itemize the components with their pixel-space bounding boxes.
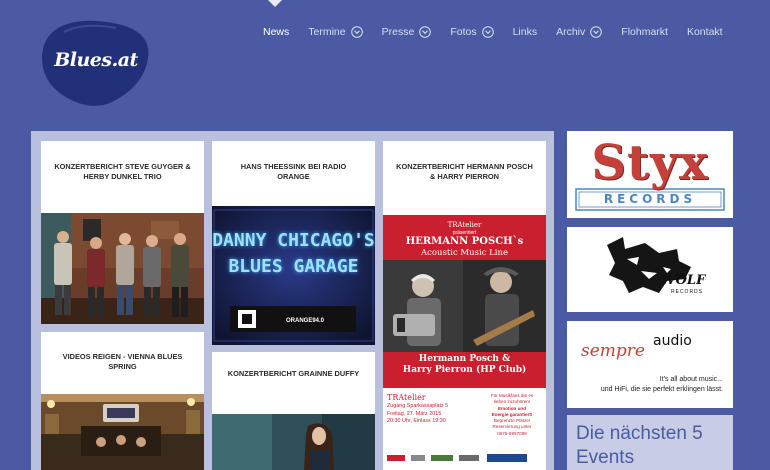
poster-line: DANNY CHICAGO'S — [212, 230, 375, 251]
wolf-logo-text: WOLF — [661, 273, 706, 288]
logo-text: Blues.at — [54, 49, 138, 71]
nav-item-archiv[interactable]: Archiv — [556, 26, 603, 38]
nav-item-news[interactable]: News — [263, 26, 289, 38]
news-card[interactable]: KONZERTBERICHT GRAINNE DUFFY — [212, 352, 375, 470]
flyer-names: Hermann Posch & Harry Pierron (HP Club) — [383, 354, 546, 376]
flyer-headline-2: Acoustic Music Line — [420, 248, 509, 258]
wolf-records-label: RECORDS — [671, 289, 704, 295]
poster-footer: ORANGE94.0 — [286, 318, 325, 324]
flyer-right: Für Musikfans die es lieben zuzuhören! E… — [481, 393, 543, 437]
flyer-name: Harry Pierron (HP Club) — [402, 365, 527, 375]
flyer-venue-name: TRAtelier — [387, 393, 426, 402]
upcoming-events-title: Die nächsten 5 Events — [576, 423, 703, 468]
sempre-tagline-line: It's all about music... — [659, 376, 723, 383]
nav-label: Links — [512, 26, 538, 38]
nav-item-kontakt[interactable]: Kontakt — [687, 26, 723, 38]
card-title[interactable]: KONZERTBERICHT STEVE GUYGER & HERBY DUNK… — [41, 162, 204, 182]
flyer-right-line: 0676-9997099 — [497, 430, 527, 436]
card-title[interactable]: HANS THEESSINK BEI RADIO ORANGE — [212, 162, 375, 182]
flyer-venue-line: Zugang Sparkassaplatz 5 — [387, 403, 449, 409]
nav-label: Flohmarkt — [621, 26, 668, 38]
wolf-head-icon — [607, 237, 691, 293]
nav-label: Archiv — [556, 26, 586, 38]
chevron-down-icon[interactable] — [350, 26, 363, 38]
nav-label: Kontakt — [686, 26, 723, 38]
nav-label: Termine — [308, 26, 346, 38]
news-card[interactable]: KONZERTBERICHT STEVE GUYGER & HERBY DUNK… — [41, 141, 204, 324]
nav-label: News — [263, 26, 290, 38]
ad-styx-records[interactable]: Styx RECORDS — [567, 131, 733, 218]
sponsor-logos-strip — [387, 454, 527, 462]
band-photo[interactable] — [41, 213, 204, 324]
flyer-name: Hermann Posch & — [418, 354, 511, 364]
flyer-venue-line: Freitag, 27. März 2015 — [387, 410, 442, 417]
flyer-venue: TRAtelier Zugang Sparkassaplatz 5 Freita… — [387, 393, 477, 426]
concert-flyer[interactable]: TRAtelier präsentiert HERMANN POSCH`s Ac… — [383, 215, 546, 470]
styx-logo-text: Styx — [591, 135, 709, 191]
chevron-down-icon[interactable] — [481, 26, 494, 38]
sempre-tagline-line: und HiFi, die sie perfekt erklingen läss… — [600, 386, 723, 393]
nav-item-termine[interactable]: Termine — [308, 26, 363, 38]
nav-item-presse[interactable]: Presse — [382, 26, 432, 38]
poster-text: DANNY CHICAGO'S BLUES GARAGE — [212, 228, 375, 280]
site-logo[interactable]: Blues.at — [40, 16, 152, 108]
chevron-down-icon[interactable] — [419, 26, 432, 38]
styx-records-label: RECORDS — [603, 192, 697, 206]
venue-photo[interactable] — [41, 394, 204, 470]
main-navigation: News Termine Presse Fotos Links Archiv F… — [263, 26, 723, 38]
card-title[interactable]: VIDEOS REIGEN - VIENNA BLUES SPRING — [41, 352, 204, 372]
flyer-headline: HERMANN POSCH`s — [405, 236, 524, 247]
ad-wolf-records[interactable]: WOLF RECORDS — [567, 227, 733, 312]
card-title[interactable]: KONZERTBERICHT HERMANN POSCH & HARRY PIE… — [383, 162, 546, 182]
news-card[interactable]: HANS THEESSINK BEI RADIO ORANGE DANNY CH… — [212, 141, 375, 345]
radio-poster[interactable]: DANNY CHICAGO'S BLUES GARAGE ORANGE94.0 — [212, 206, 375, 345]
news-card[interactable]: KONZERTBERICHT HERMANN POSCH & HARRY PIE… — [383, 141, 546, 470]
flyer-photo — [383, 260, 546, 352]
news-grid: KONZERTBERICHT STEVE GUYGER & HERBY DUNK… — [31, 131, 554, 470]
nav-item-flohmarkt[interactable]: Flohmarkt — [621, 26, 668, 38]
flyer-venue-line: 20:30 Uhr, Einlass 19:30 — [387, 418, 446, 424]
nav-label: Fotos — [450, 26, 477, 38]
ad-sempre-audio[interactable]: sempre audio It's all about music... und… — [567, 321, 733, 408]
nav-item-links[interactable]: Links — [513, 26, 538, 38]
active-nav-pointer — [268, 0, 282, 7]
chevron-down-icon[interactable] — [590, 26, 603, 38]
upcoming-events-panel: Die nächsten 5 Events — [567, 415, 733, 470]
sempre-tagline: It's all about music... und HiFi, die si… — [573, 375, 723, 395]
news-card[interactable]: VIDEOS REIGEN - VIENNA BLUES SPRING — [41, 332, 204, 470]
nav-label: Presse — [381, 26, 415, 38]
flyer-top: TRAtelier — [447, 221, 482, 229]
artist-photo[interactable] — [212, 414, 375, 470]
nav-item-fotos[interactable]: Fotos — [450, 26, 494, 38]
card-title[interactable]: KONZERTBERICHT GRAINNE DUFFY — [212, 369, 375, 379]
sempre-audio-word: audio — [653, 333, 692, 349]
poster-line: BLUES GARAGE — [228, 256, 359, 277]
sempre-script: sempre — [581, 341, 645, 361]
